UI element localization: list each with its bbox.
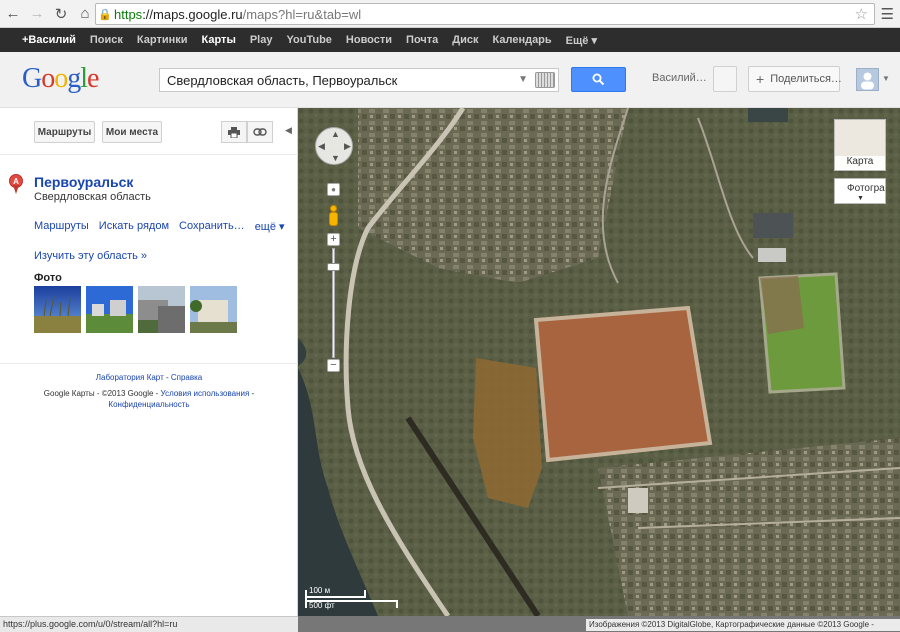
notifications-button[interactable] (713, 66, 737, 92)
left-panel: Маршруты Мои места ◀ A Первоуральск Свер… (0, 108, 298, 616)
place-actions: Маршруты Искать рядом Сохранить… ещё ▾ (34, 220, 295, 233)
privacy-link[interactable]: Конфиденциальность (108, 400, 189, 409)
divider (0, 363, 298, 364)
pegman-icon[interactable] (327, 205, 340, 232)
labs-link[interactable]: Лаборатория Карт (96, 373, 164, 382)
gbar-user-link[interactable]: +Василий (22, 34, 76, 46)
footer-line-3: Конфиденциальность (0, 400, 298, 409)
status-bar: https://plus.google.com/u/0/stream/all?h… (0, 616, 298, 632)
gbar-item[interactable]: Картинки (137, 34, 188, 46)
search-value: Свердловская область, Первоуральск (167, 72, 398, 88)
gbar-item[interactable]: Календарь (493, 34, 552, 46)
home-icon[interactable]: ⌂ (74, 3, 96, 25)
search-input[interactable]: Свердловская область, Первоуральск ▼ (159, 68, 559, 92)
photo-thumbnail[interactable] (138, 286, 185, 333)
link-button[interactable] (247, 121, 273, 143)
search-dropdown-icon[interactable]: ▼ (518, 74, 528, 85)
share-button[interactable]: + Поделиться… (748, 66, 842, 92)
google-bar: +Василий Поиск Картинки Карты Play YouTube Нов… (0, 28, 900, 52)
link-icon (253, 128, 267, 136)
print-button[interactable] (221, 121, 247, 143)
forward-icon[interactable]: → (26, 3, 48, 25)
browser-toolbar: ← → ↻ ⌂ 🔒 https://maps.google.ru/maps?hl… (0, 0, 900, 28)
gbar-item[interactable]: Ещё ▾ (566, 34, 597, 47)
footer-line-2: Google Карты - ©2013 Google - Условия ис… (43, 389, 255, 398)
url-text: https://maps.google.ru/maps?hl=ru&tab=wl (114, 6, 362, 22)
bookmark-star-icon[interactable]: ☆ (855, 5, 868, 23)
footer-line-1: Лаборатория Карт - Справка (95, 373, 203, 382)
lock-icon: 🔒 (98, 8, 112, 21)
map-type-satellite[interactable]: Фотограф ▼ (834, 178, 886, 204)
search-button[interactable] (571, 67, 626, 92)
search-nearby-link[interactable]: Искать рядом (99, 220, 169, 233)
divider (0, 154, 298, 155)
scale-bar: 100 м 500 фт (305, 586, 405, 610)
pan-right-icon[interactable]: ▶ (344, 141, 351, 152)
explore-area-link[interactable]: Изучить эту область » (34, 250, 147, 262)
account-dropdown-icon[interactable]: ▼ (882, 74, 890, 83)
place-title[interactable]: Первоуральск (34, 174, 133, 190)
photo-thumbnail[interactable] (34, 286, 81, 333)
map-type-dropdown-icon[interactable]: ▼ (857, 195, 864, 202)
more-link[interactable]: ещё ▾ (255, 220, 285, 233)
gbar-item[interactable]: YouTube (286, 34, 331, 46)
gbar-item[interactable]: Новости (346, 34, 392, 46)
zoom-handle[interactable] (327, 263, 340, 271)
routes-button[interactable]: Маршруты (34, 121, 95, 143)
back-icon[interactable]: ← (2, 3, 24, 25)
photo-thumbnail[interactable] (86, 286, 133, 333)
place-routes-link[interactable]: Маршруты (34, 220, 89, 233)
map-canvas[interactable] (298, 108, 900, 616)
maps-header: Google Свердловская область, Первоуральс… (0, 52, 900, 108)
reload-icon[interactable]: ↻ (50, 3, 72, 25)
photo-thumbnail[interactable] (190, 286, 237, 333)
avatar[interactable] (856, 68, 879, 91)
pan-control[interactable]: ▲ ▼ ◀ ▶ (315, 127, 353, 165)
keyboard-icon[interactable] (535, 72, 555, 88)
satellite-imagery (298, 108, 900, 616)
print-icon (228, 126, 240, 138)
pan-left-icon[interactable]: ◀ (318, 141, 325, 152)
photos-label: Фото (34, 272, 62, 284)
menu-icon[interactable]: ☰ (881, 5, 894, 23)
google-logo[interactable]: Google (22, 63, 99, 95)
terms-link[interactable]: Условия использования (161, 389, 250, 398)
my-places-button[interactable]: Мои места (102, 121, 162, 143)
gbar-item[interactable]: Диск (452, 34, 478, 46)
pan-down-icon[interactable]: ▼ (331, 153, 340, 163)
map-type-map[interactable]: Карта (834, 119, 886, 171)
address-bar[interactable]: 🔒 https://maps.google.ru/maps?hl=ru&tab=… (95, 3, 875, 25)
compass-icon[interactable]: ● (327, 183, 340, 196)
pan-up-icon[interactable]: ▲ (331, 129, 340, 139)
save-link[interactable]: Сохранить… (179, 220, 245, 233)
gbar-item[interactable]: Карты (202, 34, 236, 46)
gbar-item[interactable]: Play (250, 34, 273, 46)
gbar-item[interactable]: Почта (406, 34, 438, 46)
gbar-item[interactable]: Поиск (90, 34, 123, 46)
zoom-out-button[interactable]: − (327, 359, 340, 372)
user-name[interactable]: Василий… (652, 72, 707, 84)
search-icon (592, 73, 605, 86)
person-icon (861, 72, 874, 90)
help-link[interactable]: Справка (171, 373, 202, 382)
place-subtitle: Свердловская область (34, 191, 151, 203)
marker-a-icon[interactable]: A (9, 174, 23, 194)
plus-icon: + (756, 71, 765, 87)
collapse-panel-icon[interactable]: ◀ (285, 125, 292, 136)
zoom-in-button[interactable]: + (327, 233, 340, 246)
map-copyright: Изображения ©2013 DigitalGlobe, Картогра… (586, 619, 900, 631)
